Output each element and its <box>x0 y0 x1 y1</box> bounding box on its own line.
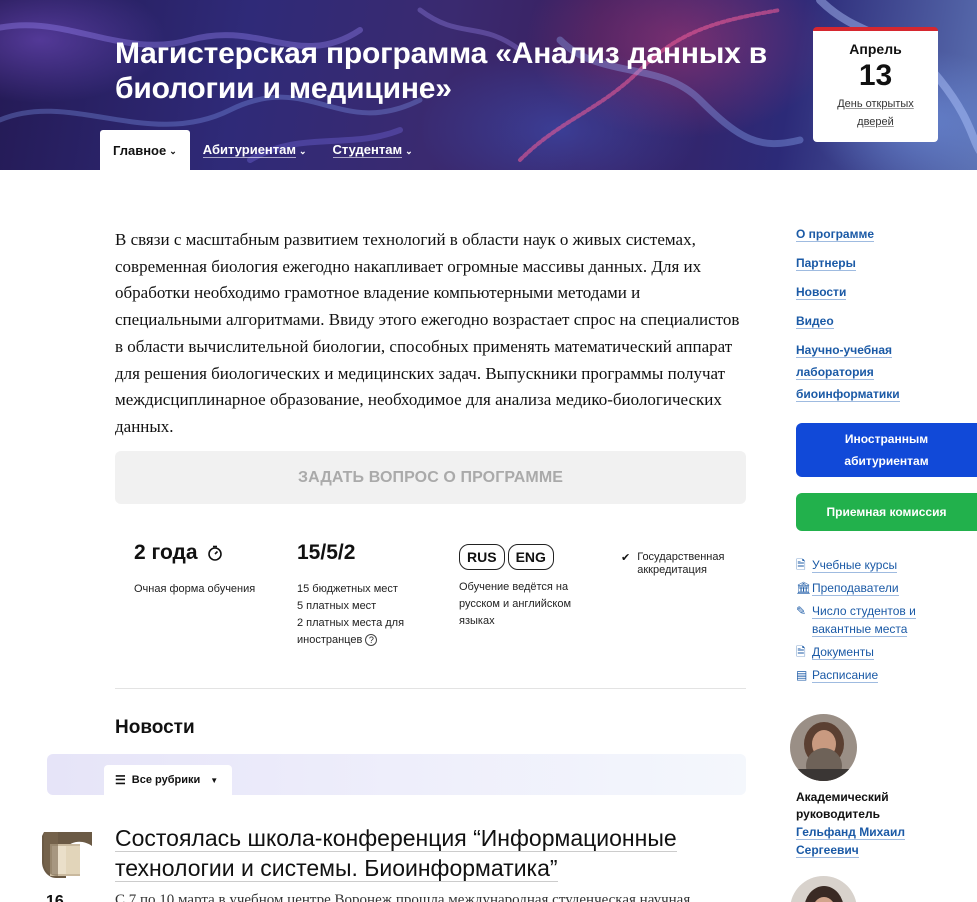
academic-head-role-label: Академический руководитель <box>796 790 889 821</box>
language-note: Обучение ведётся на русском и английском… <box>459 581 572 627</box>
news-thumbnail-logo <box>42 832 92 878</box>
document-icon: 🗎 <box>796 645 806 659</box>
sidebar-link-about-label: О программе <box>796 227 875 242</box>
tab-students-label: Студентам <box>332 142 403 158</box>
resource-students-count[interactable]: ✎ Число студентов и вакантные места <box>796 602 926 638</box>
duration-note: Очная форма обучения <box>134 583 256 595</box>
foreign-applicants-label: Иностранным абитуриентам <box>844 432 929 468</box>
academic-head-link[interactable]: Гельфанд Михаил Сергеевич <box>796 823 936 859</box>
news-headline-text: Состоялась школа-конференция “Информацио… <box>115 825 677 882</box>
stat-language: RUS ENG Обучение ведётся на русском и ан… <box>459 544 589 630</box>
sidebar-link-about[interactable]: О программе <box>796 223 956 245</box>
news-date-day: 16 <box>46 893 64 902</box>
list-icon: ☰ <box>115 773 126 787</box>
open-day-card[interactable]: Апрель 13 День открытых дверей <box>813 27 938 142</box>
rubric-filter-label: Все рубрики <box>131 774 201 786</box>
ask-question-button[interactable]: ЗАДАТЬ ВОПРОС О ПРОГРАММЕ <box>115 451 746 504</box>
resource-teachers-label: Преподаватели <box>812 581 899 596</box>
open-day-link[interactable]: День открытых дверей <box>826 95 926 131</box>
places-budget: 15 бюджетных мест <box>297 583 398 595</box>
sidebar-link-lab-label: Научно-учебная лаборатория биоинформатик… <box>796 343 900 402</box>
resource-teachers[interactable]: 🏛 Преподаватели <box>796 579 956 597</box>
foreign-applicants-button[interactable]: Иностранным абитуриентам <box>796 423 977 477</box>
sidebar-link-partners[interactable]: Партнеры <box>796 252 956 274</box>
chevron-down-icon: ⌄ <box>405 145 413 156</box>
avatar[interactable] <box>790 876 857 902</box>
news-excerpt: С 7 по 10 марта в учебном центре Воронеж… <box>115 892 691 902</box>
academic-head-photo <box>790 714 857 781</box>
tab-main[interactable]: Главное ⌄ <box>100 130 190 170</box>
program-intro: В связи с масштабным развитием технологи… <box>115 230 740 436</box>
places-value: 15/5/2 <box>297 541 356 564</box>
rus-badge: RUS <box>459 544 505 570</box>
news-section-title: Новости <box>115 717 195 738</box>
resource-courses-label: Учебные курсы <box>812 558 898 573</box>
date-month: Апрель <box>849 41 902 57</box>
pencil-icon: ✎ <box>796 604 807 618</box>
resource-documents-label: Документы <box>812 645 874 660</box>
resource-schedule-label: Расписание <box>812 668 879 683</box>
stopwatch-icon <box>207 545 222 561</box>
date-day: 13 <box>858 59 893 92</box>
resource-courses[interactable]: 🗎 Учебные курсы <box>796 556 956 574</box>
sidebar-link-news[interactable]: Новости <box>796 281 956 303</box>
resource-students-count-label: Число студентов и вакантные места <box>812 604 916 637</box>
main-tabs: Главное ⌄ Абитуриентам ⌄ Студентам ⌄ <box>100 130 426 170</box>
question-icon[interactable]: ? <box>365 634 378 647</box>
caret-down-icon: ▼ <box>210 775 219 785</box>
calendar-icon: ▤ <box>796 668 808 682</box>
stat-duration: 2 года Очная форма обучения <box>134 541 284 598</box>
resource-links: 🗎 Учебные курсы 🏛 Преподаватели ✎ Число … <box>796 556 956 689</box>
duration-value: 2 года <box>134 541 198 564</box>
stat-places: 15/5/2 15 бюджетных мест 5 платных мест … <box>297 541 437 649</box>
places-foreign: 2 платных места для иностранцев <box>297 617 405 646</box>
sidebar-link-video-label: Видео <box>796 314 834 329</box>
tab-main-label: Главное <box>113 142 167 158</box>
sidebar-link-news-label: Новости <box>796 285 847 300</box>
chevron-down-icon: ⌄ <box>299 145 307 156</box>
sidebar-nav: О программе Партнеры Новости Видео Научн… <box>796 223 956 405</box>
rubric-filter-dropdown[interactable]: ☰ Все рубрики ▼ <box>104 765 232 795</box>
accreditation-label: Государственная аккредитация <box>637 551 725 576</box>
eng-badge: ENG <box>507 544 554 570</box>
academic-head-role: Академический руководитель <box>796 789 906 823</box>
tab-applicants[interactable]: Абитуриентам ⌄ <box>190 130 320 170</box>
sidebar-link-partners-label: Партнеры <box>796 256 856 271</box>
admission-office-button[interactable]: Приемная комиссия <box>796 493 977 531</box>
chevron-down-icon: ⌄ <box>169 145 177 156</box>
sidebar-link-lab[interactable]: Научно-учебная лаборатория биоинформатик… <box>796 339 916 405</box>
resource-schedule[interactable]: ▤ Расписание <box>796 666 956 684</box>
tab-students[interactable]: Студентам ⌄ <box>320 130 426 170</box>
document-icon: 🗎 <box>796 558 806 572</box>
building-icon: 🏛 <box>796 581 812 595</box>
avatar[interactable] <box>790 714 857 781</box>
news-headline-link[interactable]: Состоялась школа-конференция “Информацио… <box>115 823 715 883</box>
checkmark-icon: ✔ <box>621 552 631 564</box>
second-person-photo <box>790 876 857 902</box>
places-paid: 5 платных мест <box>297 600 377 612</box>
program-title: Магистерская программа «Анализ данных в … <box>115 37 768 105</box>
tab-applicants-label: Абитуриентам <box>202 142 296 158</box>
divider <box>115 688 746 689</box>
academic-head-name: Гельфанд Михаил Сергеевич <box>796 825 905 858</box>
stat-accreditation: ✔ Государственная аккредитация <box>621 551 741 577</box>
sidebar-link-video[interactable]: Видео <box>796 310 956 332</box>
resource-documents[interactable]: 🗎 Документы <box>796 643 956 661</box>
